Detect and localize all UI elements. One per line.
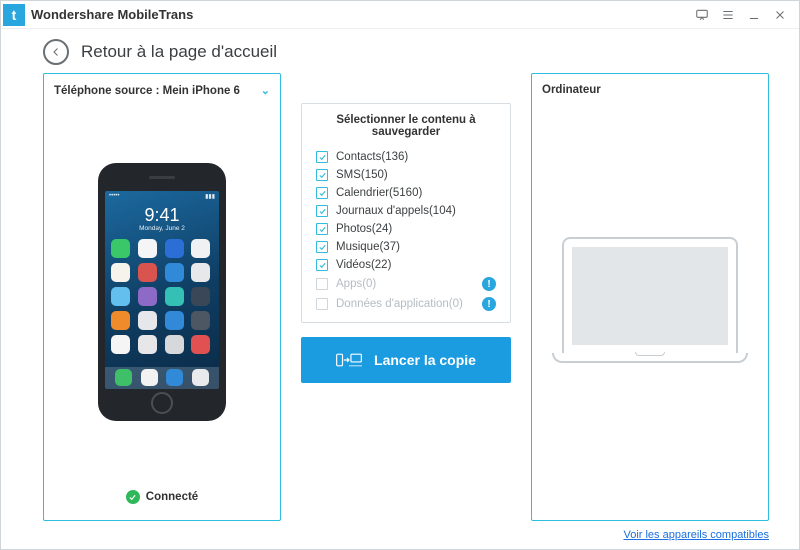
content-option-donn-es-d-application: Données d'application(0)!	[316, 294, 496, 314]
source-title[interactable]: Téléphone source : Mein iPhone 6 ⌄	[54, 84, 270, 97]
start-copy-label: Lancer la copie	[374, 352, 476, 368]
checkbox	[316, 278, 328, 290]
content-option-vid-os[interactable]: Vidéos(22)	[316, 256, 496, 274]
content-option-calendrier[interactable]: Calendrier(5160)	[316, 184, 496, 202]
page-title: Retour à la page d'accueil	[81, 42, 277, 62]
checkbox[interactable]	[316, 187, 328, 199]
info-icon[interactable]: !	[482, 297, 496, 311]
destination-panel: Ordinateur	[531, 73, 769, 521]
back-button[interactable]	[43, 39, 69, 65]
checkbox[interactable]	[316, 169, 328, 181]
compatible-devices-link[interactable]: Voir les appareils compatibles	[623, 529, 769, 541]
checkbox[interactable]	[316, 205, 328, 217]
minimize-button[interactable]	[741, 2, 767, 28]
main: Téléphone source : Mein iPhone 6 ⌄ •••••…	[1, 73, 799, 527]
content-option-sms[interactable]: SMS(150)	[316, 166, 496, 184]
start-copy-button[interactable]: Lancer la copie	[301, 337, 511, 383]
close-button[interactable]	[767, 2, 793, 28]
destination-title: Ordinateur	[542, 84, 758, 96]
phone-illustration: •••••▮▮▮ 9:41 Monday, June 2	[54, 97, 270, 486]
checkbox[interactable]	[316, 223, 328, 235]
transfer-icon	[336, 349, 362, 371]
phone-time: 9:41	[105, 205, 219, 226]
content-option-label: SMS(150)	[336, 169, 496, 181]
content-option-journaux-d-appels[interactable]: Journaux d'appels(104)	[316, 202, 496, 220]
checkbox	[316, 298, 328, 310]
content-option-label: Apps(0)	[336, 278, 474, 290]
feedback-icon[interactable]	[689, 2, 715, 28]
chevron-down-icon[interactable]: ⌄	[261, 84, 270, 97]
source-panel: Téléphone source : Mein iPhone 6 ⌄ •••••…	[43, 73, 281, 521]
content-option-musique[interactable]: Musique(37)	[316, 238, 496, 256]
laptop-illustration	[542, 96, 758, 504]
content-option-label: Journaux d'appels(104)	[336, 205, 496, 217]
checkbox[interactable]	[316, 241, 328, 253]
connection-status-label: Connecté	[146, 491, 198, 503]
content-option-label: Calendrier(5160)	[336, 187, 496, 199]
content-option-label: Données d'application(0)	[336, 298, 474, 310]
content-column: Sélectionner le contenu à sauvegarder Co…	[301, 73, 511, 521]
content-select-title: Sélectionner le contenu à sauvegarder	[316, 114, 496, 138]
brand-logo-icon: t	[3, 4, 25, 26]
titlebar: t Wondershare MobileTrans	[1, 1, 799, 29]
app-name: Wondershare MobileTrans	[31, 7, 193, 22]
header: Retour à la page d'accueil	[1, 29, 799, 73]
connection-status: Connecté	[54, 486, 270, 504]
content-option-photos[interactable]: Photos(24)	[316, 220, 496, 238]
brand: t Wondershare MobileTrans	[1, 4, 193, 26]
content-option-apps: Apps(0)!	[316, 274, 496, 294]
check-icon	[126, 490, 140, 504]
footer: Voir les appareils compatibles	[1, 527, 799, 549]
menu-icon[interactable]	[715, 2, 741, 28]
info-icon[interactable]: !	[482, 277, 496, 291]
source-label-prefix: Téléphone source :	[54, 85, 163, 97]
content-select-box: Sélectionner le contenu à sauvegarder Co…	[301, 103, 511, 323]
content-option-label: Musique(37)	[336, 241, 496, 253]
source-device-name: Mein iPhone 6	[163, 85, 240, 97]
phone-date: Monday, June 2	[105, 225, 219, 232]
checkbox[interactable]	[316, 259, 328, 271]
checkbox[interactable]	[316, 151, 328, 163]
content-option-label: Contacts(136)	[336, 151, 496, 163]
content-option-contacts[interactable]: Contacts(136)	[316, 148, 496, 166]
content-option-label: Photos(24)	[336, 223, 496, 235]
content-option-label: Vidéos(22)	[336, 259, 496, 271]
